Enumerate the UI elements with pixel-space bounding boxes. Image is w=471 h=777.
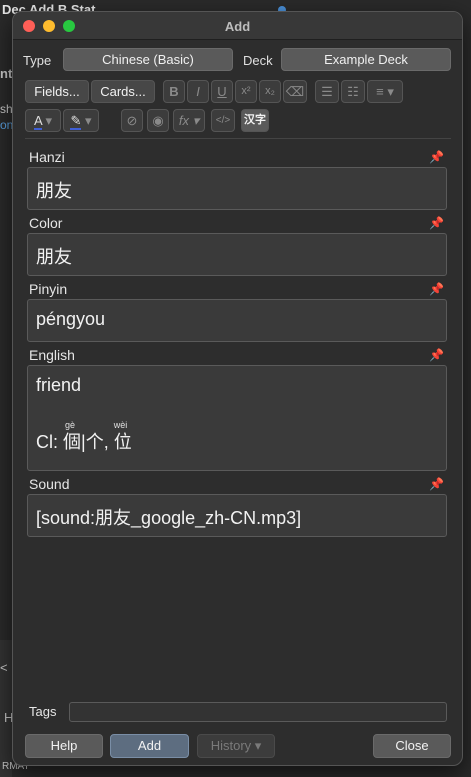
pinyin-annotation: wèi xyxy=(113,420,128,430)
pin-icon[interactable]: 📌 xyxy=(429,348,444,362)
deck-label: Deck xyxy=(243,53,273,68)
html-editor-icon[interactable]: </> xyxy=(211,109,235,132)
ordered-list-icon[interactable]: ☷ xyxy=(341,80,365,103)
attachment-icon[interactable]: ⊘ xyxy=(121,109,143,132)
toolbar-divider xyxy=(25,138,451,139)
tags-label: Tags xyxy=(29,704,57,719)
note-type-row: Type Chinese (Basic) Deck Example Deck xyxy=(23,48,453,72)
deck-chooser[interactable]: Example Deck xyxy=(281,48,451,71)
cl-char-ge: gè 個 xyxy=(63,420,81,452)
background-side-text: nt xyxy=(0,66,13,81)
microphone-icon[interactable]: ◉ xyxy=(147,109,169,132)
field-label-sound: Sound xyxy=(29,476,70,492)
unordered-list-icon[interactable]: ☰ xyxy=(315,80,339,103)
pin-icon[interactable]: 📌 xyxy=(429,282,444,296)
eraser-icon[interactable]: ⌫ xyxy=(283,80,307,103)
cl-comma: , xyxy=(103,432,114,452)
pin-icon[interactable]: 📌 xyxy=(429,477,444,491)
cards-button[interactable]: Cards... xyxy=(91,80,155,103)
function-icon: fx xyxy=(178,113,189,128)
math-dropdown-icon[interactable]: fx ▾ xyxy=(173,109,205,132)
window-title: Add xyxy=(224,19,251,34)
add-dialog: Add Type Chinese (Basic) Deck Example De… xyxy=(12,11,463,766)
field-pinyin[interactable]: péngyou xyxy=(27,299,447,342)
cl-char-wei-text: 位 xyxy=(113,432,132,452)
titlebar: Add xyxy=(13,12,462,40)
superscript-button[interactable]: x² xyxy=(235,80,257,103)
field-label-color: Color xyxy=(29,215,63,231)
bold-button[interactable]: B xyxy=(163,80,185,103)
field-label-hanzi: Hanzi xyxy=(29,149,65,165)
pin-icon[interactable]: 📌 xyxy=(429,150,444,164)
field-label-english: English xyxy=(29,347,75,363)
classifier-line: Cl: gè 個|个, wèi 位 xyxy=(36,420,132,454)
text-color-icon: A xyxy=(33,113,42,130)
highlight-color-button[interactable]: ✎ ▾ xyxy=(63,109,99,132)
cl-char-traditional: 個 xyxy=(63,432,81,452)
cl-prefix: Cl: xyxy=(36,432,63,452)
align-icon: ≡ xyxy=(376,84,384,99)
italic-button[interactable]: I xyxy=(187,80,209,103)
background-side-text: sh xyxy=(0,102,13,116)
pin-icon[interactable]: 📌 xyxy=(429,216,444,230)
editor-toolbar-top: Fields... Cards... B I U x² x₂ ⌫ ☰ ☷ ≡ ▾ xyxy=(25,80,455,104)
align-dropdown-icon[interactable]: ≡ ▾ xyxy=(367,80,403,103)
editor-toolbar-bottom: A ▾ ✎ ▾ ⊘ ◉ fx ▾ </> 汉字 xyxy=(25,109,455,133)
highlighter-icon: ✎ xyxy=(70,113,82,130)
add-button[interactable]: Add xyxy=(110,734,189,758)
cl-char-wei: wèi 位 xyxy=(113,420,132,452)
field-hanzi[interactable]: 朋友 xyxy=(27,167,447,210)
hanzi-button[interactable]: 汉字 xyxy=(241,109,269,132)
field-label-pinyin: Pinyin xyxy=(29,281,68,297)
type-label: Type xyxy=(23,53,52,68)
history-button[interactable]: History ▾ xyxy=(197,734,275,758)
note-type-chooser[interactable]: Chinese (Basic) xyxy=(63,48,233,71)
pinyin-annotation: gè xyxy=(65,420,76,430)
help-button[interactable]: Help xyxy=(25,734,103,758)
subscript-button[interactable]: x₂ xyxy=(259,80,281,103)
field-sound[interactable]: [sound:朋友_google_zh-CN.mp3] xyxy=(27,494,447,537)
tags-input[interactable] xyxy=(69,702,447,722)
underline-button[interactable]: U xyxy=(211,80,233,103)
field-color[interactable]: 朋友 xyxy=(27,233,447,276)
fields-button[interactable]: Fields... xyxy=(25,80,89,103)
field-english[interactable]: friend Cl: gè 個|个, wèi 位 xyxy=(27,365,447,471)
cl-char-simplified: 个 xyxy=(85,432,104,452)
close-button[interactable]: Close xyxy=(373,734,451,758)
text-color-button[interactable]: A ▾ xyxy=(25,109,61,132)
background-text: < xyxy=(0,660,8,675)
english-value: friend xyxy=(36,375,82,395)
